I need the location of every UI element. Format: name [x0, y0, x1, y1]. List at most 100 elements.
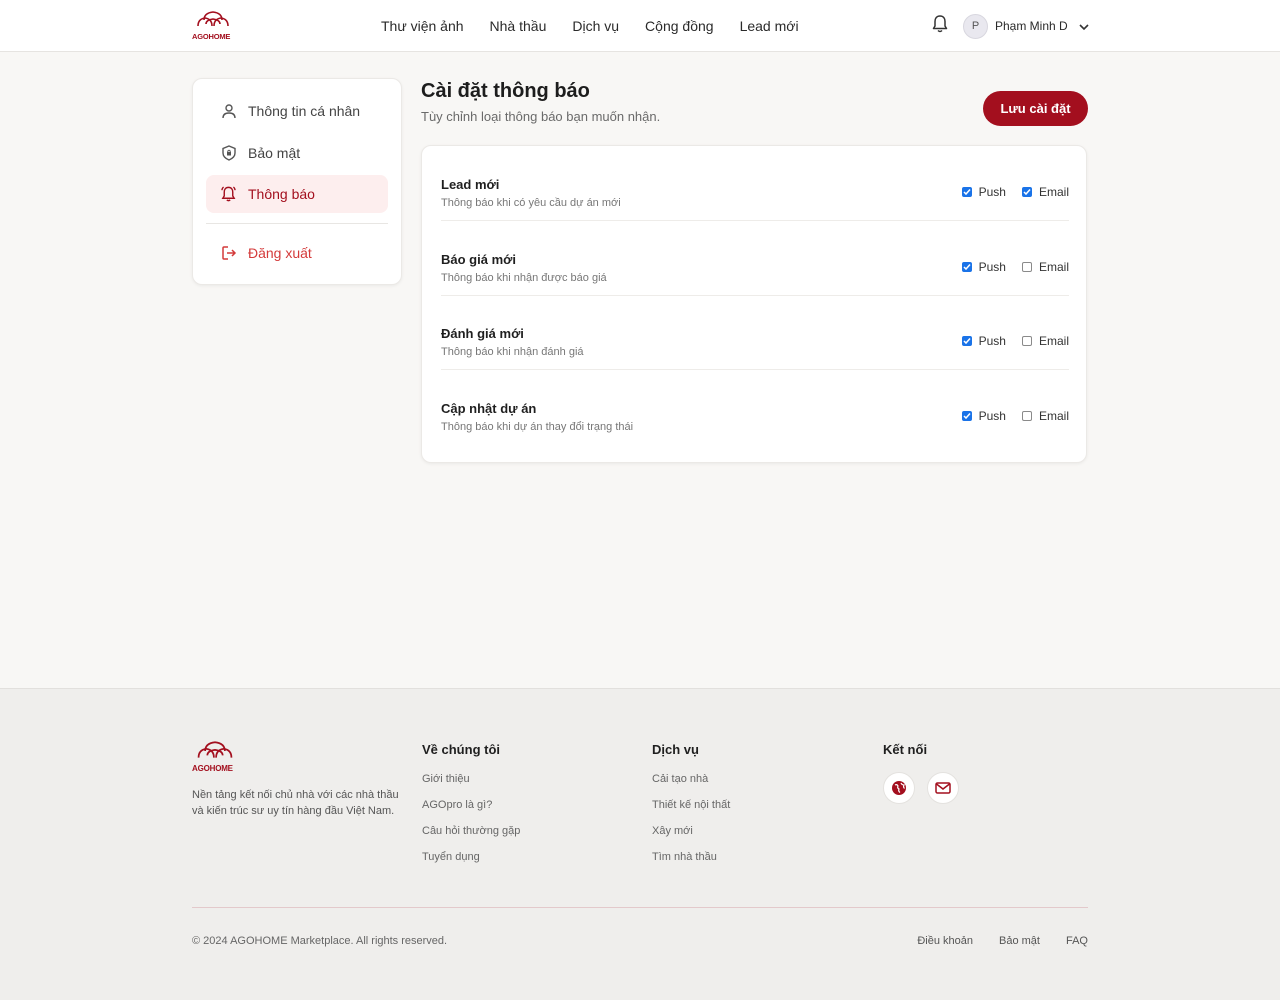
user-name: Phạm Minh D	[995, 19, 1068, 33]
mail-icon[interactable]	[927, 772, 959, 804]
push-option[interactable]: Push	[961, 334, 1006, 348]
footer-link[interactable]: Tuyển dụng	[422, 849, 520, 865]
main-nav: Thư viện ảnh Nhà thầu Dịch vụ Cộng đồng …	[381, 17, 799, 35]
setting-row-new-lead: Lead mới Thông báo khi có yêu cầu dự án …	[441, 146, 1069, 221]
footer-link[interactable]: Câu hỏi thường gặp	[422, 823, 520, 839]
setting-options: Push Email	[961, 260, 1069, 274]
nav-services[interactable]: Dịch vụ	[572, 17, 619, 35]
email-option[interactable]: Email	[1021, 334, 1069, 348]
setting-description: Thông báo khi nhận đánh giá	[441, 346, 584, 358]
email-checkbox[interactable]	[1021, 262, 1032, 272]
push-checkbox[interactable]	[961, 336, 972, 346]
page-title: Cài đặt thông báo	[421, 80, 590, 102]
settings-sidebar: Thông tin cá nhân Bảo mật Thông báo Đăng…	[192, 78, 402, 285]
copyright: © 2024 AGOHOME Marketplace. All rights r…	[192, 935, 448, 947]
nav-community[interactable]: Cộng đồng	[645, 17, 714, 35]
legal-links: Điều khoản Bảo mật FAQ	[917, 935, 1088, 947]
footer-divider	[192, 907, 1088, 908]
privacy-link[interactable]: Bảo mật	[999, 935, 1040, 947]
footer-heading: Về chúng tôi	[422, 742, 500, 757]
footer-services-column: Dịch vụ Cải tạo nhà Thiết kế nội thất Xâ…	[652, 742, 730, 875]
footer-heading: Kết nối	[883, 742, 928, 757]
sidebar-item-label: Bảo mật	[248, 145, 301, 161]
footer-link[interactable]: Giới thiệu	[422, 771, 520, 787]
setting-row-project-update: Cập nhật dự án Thông báo khi dự án thay …	[441, 370, 1069, 445]
logo-text: AGOHOME	[192, 764, 233, 773]
notification-bell-icon[interactable]	[931, 14, 949, 34]
sidebar-item-profile[interactable]: Thông tin cá nhân	[206, 92, 388, 130]
page-subtitle: Tùy chỉnh loại thông báo bạn muốn nhận.	[421, 109, 661, 124]
logo-text: AGOHOME	[192, 32, 231, 41]
brand-logo[interactable]: AGOHOME	[192, 10, 234, 42]
sidebar-item-notifications[interactable]: Thông báo	[206, 175, 388, 213]
setting-description: Thông báo khi có yêu cầu dự án mới	[441, 197, 621, 209]
setting-options: Push Email	[961, 334, 1069, 348]
user-icon	[220, 103, 237, 120]
push-label: Push	[978, 334, 1006, 348]
save-settings-button[interactable]: Lưu cài đặt	[983, 91, 1088, 126]
nav-contractors[interactable]: Nhà thầu	[490, 17, 547, 35]
setting-description: Thông báo khi dự án thay đổi trạng thái	[441, 421, 634, 433]
sidebar-item-label: Thông báo	[248, 186, 315, 202]
top-header: AGOHOME Thư viện ảnh Nhà thầu Dịch vụ Cộ…	[0, 0, 1280, 52]
logout-icon	[220, 245, 237, 262]
faq-link[interactable]: FAQ	[1066, 935, 1088, 947]
email-label: Email	[1038, 409, 1069, 423]
setting-title: Báo giá mới	[441, 252, 516, 267]
notification-settings-card: Lead mới Thông báo khi có yêu cầu dự án …	[421, 145, 1087, 463]
setting-title: Cập nhật dự án	[441, 401, 537, 416]
setting-options: Push Email	[961, 185, 1069, 199]
user-menu[interactable]: P Phạm Minh D	[963, 13, 1090, 39]
email-checkbox[interactable]	[1021, 336, 1032, 346]
push-checkbox[interactable]	[961, 262, 972, 272]
sidebar-item-security[interactable]: Bảo mật	[206, 134, 388, 172]
email-label: Email	[1038, 185, 1069, 199]
site-footer: AGOHOME Nền tảng kết nối chủ nhà với các…	[0, 688, 1280, 1000]
chevron-down-icon	[1078, 20, 1090, 32]
email-option[interactable]: Email	[1021, 260, 1069, 274]
email-checkbox[interactable]	[1021, 411, 1032, 421]
footer-about-column: Về chúng tôi Giới thiệu AGOpro là gì? Câ…	[422, 742, 520, 875]
push-checkbox[interactable]	[961, 411, 972, 421]
footer-link[interactable]: Thiết kế nội thất	[652, 797, 730, 813]
globe-icon[interactable]	[883, 772, 915, 804]
footer-link[interactable]: AGOpro là gì?	[422, 797, 520, 813]
logout-button[interactable]: Đăng xuất	[206, 234, 388, 272]
footer-link[interactable]: Cải tạo nhà	[652, 771, 730, 787]
footer-heading: Dịch vụ	[652, 742, 699, 757]
push-option[interactable]: Push	[961, 185, 1006, 199]
terms-link[interactable]: Điều khoản	[917, 935, 973, 947]
shield-icon	[220, 145, 237, 162]
push-label: Push	[978, 185, 1006, 199]
setting-title: Đánh giá mới	[441, 326, 524, 341]
nav-gallery[interactable]: Thư viện ảnh	[381, 17, 464, 35]
setting-title: Lead mới	[441, 177, 500, 192]
email-checkbox[interactable]	[1021, 187, 1032, 197]
setting-row-new-quote: Báo giá mới Thông báo khi nhận được báo …	[441, 221, 1069, 296]
push-checkbox[interactable]	[961, 187, 972, 197]
push-option[interactable]: Push	[961, 260, 1006, 274]
push-option[interactable]: Push	[961, 409, 1006, 423]
logout-label: Đăng xuất	[248, 245, 312, 261]
logo-mark-icon	[197, 11, 229, 27]
email-option[interactable]: Email	[1021, 409, 1069, 423]
sidebar-divider	[206, 223, 388, 224]
push-label: Push	[978, 409, 1006, 423]
footer-connect-column: Kết nối	[883, 742, 927, 771]
email-label: Email	[1038, 334, 1069, 348]
avatar: P	[963, 13, 988, 39]
footer-link[interactable]: Tìm nhà thầu	[652, 849, 730, 865]
logo-mark-icon	[197, 741, 233, 758]
setting-options: Push Email	[961, 409, 1069, 423]
push-label: Push	[978, 260, 1006, 274]
nav-new-leads[interactable]: Lead mới	[740, 17, 799, 35]
email-option[interactable]: Email	[1021, 185, 1069, 199]
setting-row-new-review: Đánh giá mới Thông báo khi nhận đánh giá…	[441, 295, 1069, 370]
footer-logo[interactable]: AGOHOME	[192, 740, 238, 774]
footer-link[interactable]: Xây mới	[652, 823, 730, 839]
bell-icon	[220, 186, 237, 203]
sidebar-item-label: Thông tin cá nhân	[248, 103, 361, 119]
email-label: Email	[1038, 260, 1069, 274]
setting-description: Thông báo khi nhận được báo giá	[441, 272, 607, 284]
footer-description: Nền tảng kết nối chủ nhà với các nhà thầ…	[192, 789, 399, 817]
